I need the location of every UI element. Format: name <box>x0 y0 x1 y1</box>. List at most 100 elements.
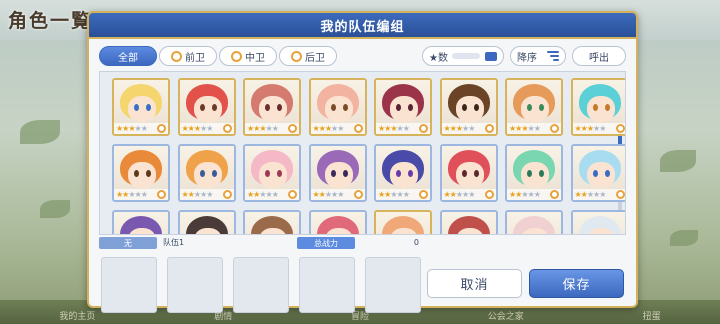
background-leaf <box>660 150 696 172</box>
character-card[interactable]: ★★★★★ <box>505 78 563 136</box>
team-slot[interactable] <box>167 257 223 313</box>
character-card[interactable] <box>177 210 236 234</box>
total-power-value: 0 <box>413 238 419 247</box>
character-card[interactable] <box>439 210 498 234</box>
total-power-label: 总战力 <box>297 237 355 249</box>
character-roster: ★★★★★ ★★★★★ ★★★★★ ★★★★★ ★★★★★ ★★★★★ ★★★★★ ★★★★★… <box>99 71 626 235</box>
character-card[interactable]: ★★★★★ <box>374 78 432 136</box>
character-portrait <box>507 212 561 234</box>
background-title: 角色一覧 <box>8 10 93 32</box>
character-card[interactable]: ★★★★★ <box>112 144 170 202</box>
call-button[interactable]: 呼出 <box>572 46 626 66</box>
position-circle-icon <box>157 124 166 133</box>
star-rating: ★★★★★ <box>378 189 410 199</box>
character-card[interactable]: ★★★★★ <box>177 78 236 136</box>
star-rating: ★★★★★ <box>181 189 214 199</box>
card-footer: ★★★★★ <box>376 123 430 134</box>
star-rating: ★★★★★ <box>443 123 476 133</box>
character-card[interactable]: ★★★★★ <box>439 78 498 136</box>
position-circle-icon <box>484 190 494 199</box>
star-rating: ★★★★★ <box>312 189 345 199</box>
character-card[interactable] <box>308 210 367 234</box>
tab-1[interactable]: 前卫 <box>159 46 217 66</box>
position-circle-icon <box>157 190 166 199</box>
team-slot[interactable] <box>365 257 421 313</box>
character-card[interactable]: ★★★★★ <box>570 78 625 136</box>
position-circle-icon <box>484 124 494 133</box>
star-rating: ★★★★★ <box>509 123 541 133</box>
position-circle-icon <box>288 190 297 199</box>
position-circle-icon <box>222 190 232 199</box>
position-circle-icon <box>288 124 297 133</box>
team-slot[interactable] <box>233 257 289 313</box>
position-tabs: 全部 前卫 中卫 后卫 <box>99 46 339 66</box>
sort-field-label: ★数 <box>429 52 448 64</box>
sort-order-button[interactable]: 降序 <box>510 46 566 66</box>
position-circle-icon <box>291 50 302 62</box>
tab-2[interactable]: 中卫 <box>219 46 277 66</box>
character-card[interactable]: ★★★★★ <box>112 78 170 136</box>
dialog-title: 我的队伍编组 <box>320 19 405 35</box>
character-portrait <box>310 212 365 234</box>
background-leaf <box>20 120 60 144</box>
tab-label: 中卫 <box>245 52 265 64</box>
character-card[interactable]: ★★★★★ <box>243 78 301 136</box>
position-circle-icon <box>419 124 428 133</box>
star-rating: ★★★★★ <box>312 123 345 133</box>
star-rating: ★★★★★ <box>574 123 607 133</box>
card-footer: ★★★★★ <box>310 189 365 200</box>
team-slot[interactable] <box>101 257 157 313</box>
position-circle-icon <box>550 124 559 133</box>
tab-0[interactable]: 全部 <box>99 46 157 66</box>
position-circle-icon <box>550 190 559 199</box>
character-card[interactable]: ★★★★★ <box>374 144 432 202</box>
character-card[interactable] <box>505 210 563 234</box>
save-button[interactable]: 保存 <box>529 269 624 298</box>
character-portrait <box>441 212 496 234</box>
team-edit-dialog: 我的队伍编组 全部 前卫 中卫 后卫 ★数 降序 呼出 ★★★★★ ★★★★★ ★★★★★ <box>87 11 638 313</box>
character-card[interactable] <box>112 210 170 234</box>
card-footer: ★★★★★ <box>572 189 625 200</box>
sort-field-icon <box>485 51 497 61</box>
star-rating: ★★★★★ <box>247 123 279 133</box>
sort-order-label: 降序 <box>517 52 537 64</box>
character-card[interactable]: ★★★★★ <box>308 144 367 202</box>
character-card[interactable]: ★★★★★ <box>243 144 301 202</box>
sort-field-select[interactable]: ★数 <box>422 46 504 66</box>
card-footer: ★★★★★ <box>376 189 430 200</box>
star-rating: ★★★★★ <box>116 189 148 199</box>
tab-label: 前卫 <box>185 52 205 64</box>
character-portrait <box>114 212 168 234</box>
tab-label: 全部 <box>118 52 138 64</box>
sort-field-track <box>452 53 481 59</box>
card-footer: ★★★★★ <box>114 189 168 200</box>
star-rating: ★★★★★ <box>574 189 607 199</box>
character-card[interactable]: ★★★★★ <box>570 144 625 202</box>
character-portrait <box>179 212 234 234</box>
card-footer: ★★★★★ <box>245 123 299 134</box>
character-portrait <box>245 212 299 234</box>
character-card[interactable]: ★★★★★ <box>308 78 367 136</box>
background-nav-item: 扭蛋 <box>642 312 661 322</box>
team-name: 队伍1 <box>163 238 185 247</box>
character-card[interactable] <box>243 210 301 234</box>
position-circle-icon <box>353 190 363 199</box>
character-portrait <box>376 212 430 234</box>
star-rating: ★★★★★ <box>181 123 214 133</box>
team-slot[interactable] <box>299 257 355 313</box>
call-button-label: 呼出 <box>589 52 609 64</box>
character-portrait <box>572 212 625 234</box>
background-leaf <box>40 200 70 218</box>
card-footer: ★★★★★ <box>441 189 496 200</box>
character-card[interactable] <box>374 210 432 234</box>
character-card[interactable]: ★★★★★ <box>505 144 563 202</box>
team-info-bar: 无 队伍1 总战力 0 <box>99 237 626 249</box>
filter-bar: 全部 前卫 中卫 后卫 ★数 降序 呼出 <box>99 46 626 66</box>
star-rating: ★★★★★ <box>116 123 148 133</box>
cancel-button[interactable]: 取消 <box>427 269 522 298</box>
dialog-header: 我的队伍编组 <box>89 13 636 39</box>
character-card[interactable]: ★★★★★ <box>177 144 236 202</box>
character-card[interactable]: ★★★★★ <box>439 144 498 202</box>
tab-3[interactable]: 后卫 <box>279 46 337 66</box>
character-card[interactable] <box>570 210 625 234</box>
